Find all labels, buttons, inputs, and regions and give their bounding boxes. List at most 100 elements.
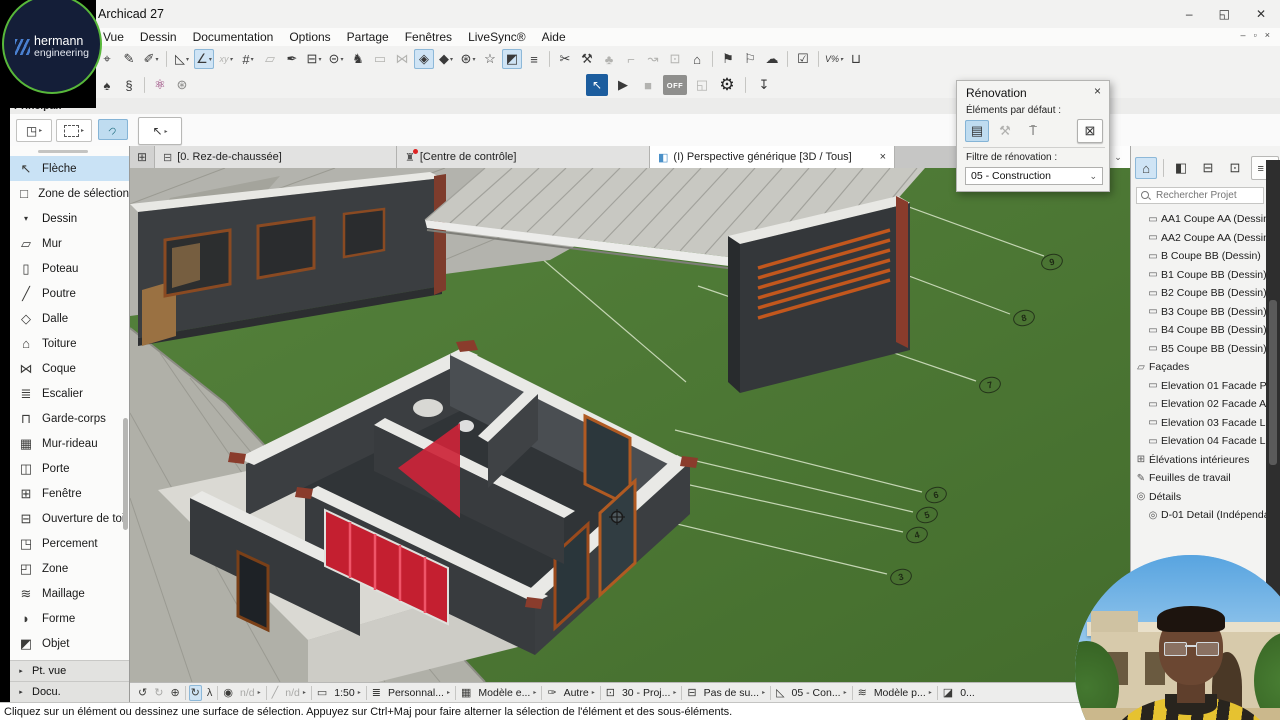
renovation-status-button[interactable]: ⍑ <box>1021 120 1045 142</box>
toolbar-button[interactable]: ⊛ ▾ <box>458 49 478 69</box>
view-setting-control[interactable]: 0... <box>958 685 977 701</box>
toolbox-item[interactable]: ≋ Maillage <box>10 581 129 606</box>
view-tab[interactable]: ◧ (I) Perspective générique [3D / Tous] … <box>650 146 895 168</box>
toolbar-button[interactable] <box>787 51 788 67</box>
navigator-item[interactable]: ✎ Feuilles de travail <box>1131 469 1267 488</box>
toolbar-button[interactable]: ⌐ <box>621 49 641 69</box>
toolbar-button[interactable]: ☆ <box>480 49 500 69</box>
menu-item[interactable]: LiveSync® <box>460 30 534 44</box>
view-setting-control[interactable]: n/d ▸ <box>238 685 263 701</box>
view-setting-control[interactable]: 05 - Con... ▸ <box>790 685 849 701</box>
navigator-item[interactable]: ▭ B Coupe BB (Dessin) <box>1131 247 1267 266</box>
navigator-item[interactable]: ▭ Elevation 03 Facade Later <box>1131 414 1267 433</box>
doc-minimize-button[interactable]: – <box>1241 30 1246 40</box>
toolbox-section-header[interactable]: ▸ Docu. <box>10 681 129 702</box>
toolbar-button[interactable]: ✎ <box>119 49 139 69</box>
doc-close-button[interactable]: × <box>1265 30 1270 40</box>
toolbox-item[interactable]: ⋈ Coque <box>10 356 129 381</box>
view-setting-control[interactable]: ≣ <box>370 685 383 701</box>
toolbar-button[interactable]: ☑ <box>793 49 813 69</box>
view-setting-control[interactable] <box>455 685 456 700</box>
toolbar-button[interactable]: ⊛ <box>172 75 192 95</box>
view-setting-control[interactable] <box>184 685 186 700</box>
view-setting-control[interactable] <box>599 685 601 700</box>
view-setting-control[interactable]: ◪ <box>941 685 955 701</box>
navigator-item[interactable]: ◎ D-01 Detail (Indépendant <box>1131 506 1267 525</box>
view-setting-control[interactable]: 1:50 ▸ <box>332 685 362 701</box>
toolbar-button[interactable]: ◱ <box>692 75 712 95</box>
toolbar-button[interactable]: ▱ <box>260 49 280 69</box>
view-setting-control[interactable] <box>541 685 543 700</box>
toolbar-button[interactable] <box>166 51 167 67</box>
toolbox-item[interactable]: ▯ Poteau <box>10 256 129 281</box>
view-setting-control[interactable]: ▦ <box>459 685 473 701</box>
view-setting-control[interactable] <box>217 685 219 700</box>
toolbox-item[interactable]: ◇ Dalle <box>10 306 129 331</box>
view-setting-control[interactable]: ≋ <box>856 685 869 701</box>
toolbar-button[interactable]: ✒ <box>282 49 302 69</box>
view-setting-control[interactable]: n/d ▸ <box>283 685 308 701</box>
navigator-item[interactable]: ◎ Détails <box>1131 488 1267 507</box>
renovation-close-icon[interactable]: × <box>1094 84 1101 98</box>
toolbar-button[interactable]: ⊝ ▾ <box>326 49 346 69</box>
toolbar-button[interactable]: xy ▾ <box>216 49 236 69</box>
toolbar-button[interactable]: ✂ <box>555 49 575 69</box>
window-close-button[interactable]: ✕ <box>1256 7 1266 21</box>
view-setting-control[interactable]: Autre ▸ <box>562 685 597 701</box>
toolbar-button[interactable]: # ▾ <box>238 49 258 69</box>
toolbar-button[interactable]: ↝ <box>643 49 663 69</box>
toolbar-button[interactable]: ◺ ▾ <box>172 49 192 69</box>
view-setting-control[interactable]: Modèle p... ▸ <box>872 685 934 701</box>
navigator-view-button[interactable]: ◧ <box>1170 157 1192 179</box>
navigator-item[interactable]: ▭ B1 Coupe BB (Dessin) <box>1131 266 1267 285</box>
navigator-item[interactable]: ▭ AA2 Coupe AA (Dessin) <box>1131 229 1267 248</box>
toolbar-button[interactable]: ◆ ▾ <box>436 49 456 69</box>
toolbar-button[interactable] <box>549 51 550 67</box>
toolbox-item[interactable]: ▱ Mur <box>10 231 129 256</box>
view-setting-control[interactable]: ✑ <box>545 685 558 701</box>
navigator-item[interactable]: ▭ B3 Coupe BB (Dessin) <box>1131 303 1267 322</box>
toolbar-button[interactable] <box>712 51 713 67</box>
view-setting-control[interactable]: ↻ <box>188 684 202 701</box>
toolbar-button[interactable]: ⊔ <box>846 49 866 69</box>
toolbar-button[interactable]: ■ <box>638 75 658 95</box>
window-minimize-button[interactable]: – <box>1186 7 1193 21</box>
navigator-item[interactable]: ▭ AA1 Coupe AA (Dessin) <box>1131 210 1267 229</box>
view-setting-control[interactable] <box>365 685 367 700</box>
viewport-3d[interactable]: 9 8 7 6 5 4 3 <box>130 168 1130 682</box>
renovation-status-button[interactable]: ⚒ <box>993 120 1017 142</box>
navigator-item[interactable]: ▭ Elevation 02 Facade Arrie <box>1131 395 1267 414</box>
toolbar-button[interactable]: ⚐ <box>740 49 760 69</box>
marquee-selection-button[interactable]: ▸ <box>56 119 92 142</box>
toolbar-button[interactable]: ⌂ <box>687 49 707 69</box>
view-setting-control[interactable]: ↺ <box>136 685 149 701</box>
menu-item[interactable]: Fenêtres <box>397 30 460 44</box>
view-setting-control[interactable]: ↻ <box>152 685 165 701</box>
menu-item[interactable]: Aide <box>534 30 574 44</box>
view-setting-control[interactable]: ⊟ <box>685 685 698 701</box>
toolbar-button[interactable] <box>818 51 819 67</box>
view-setting-control[interactable]: 30 - Proj... ▸ <box>620 685 678 701</box>
toolbar-button[interactable]: ◈ <box>414 49 434 69</box>
menu-item[interactable]: Dessin <box>132 30 185 44</box>
renovation-status-button[interactable]: ⊠ <box>1077 119 1103 143</box>
tab-close-icon[interactable]: × <box>872 151 886 163</box>
toolbar-button[interactable]: § <box>119 75 139 95</box>
renovation-filter-dropdown[interactable]: 05 - Construction ⌄ <box>965 167 1103 185</box>
navigator-item[interactable]: ▭ B2 Coupe BB (Dessin) <box>1131 284 1267 303</box>
view-tab[interactable]: ♜ [Centre de contrôle] <box>397 146 650 168</box>
toolbar-button[interactable]: ⊟ ▾ <box>304 49 324 69</box>
toolbar-button[interactable]: ∠ ▾ <box>194 49 214 69</box>
toolbox-item[interactable]: ⌂ Toiture <box>10 331 129 356</box>
toolbar-button[interactable]: OFF <box>663 75 687 95</box>
view-setting-control[interactable]: Pas de su... ▸ <box>702 685 767 701</box>
navigator-view-button[interactable]: ⊡ <box>1224 157 1246 179</box>
view-setting-control[interactable]: ▭ <box>315 685 329 701</box>
toolbar-button[interactable]: ⊡ <box>665 49 685 69</box>
toolbar-button[interactable] <box>144 77 145 93</box>
toolbar-button[interactable] <box>745 77 746 93</box>
toolbox-item[interactable]: ◗ Forme <box>10 606 129 631</box>
navigator-view-button[interactable]: ⌂ <box>1135 157 1157 179</box>
toolbox-item[interactable]: ◳ Percement <box>10 531 129 556</box>
view-setting-control[interactable]: ⊕ <box>168 685 181 701</box>
